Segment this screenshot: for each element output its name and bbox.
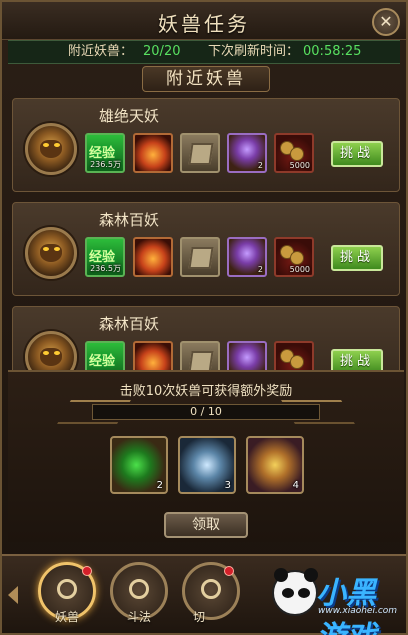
window-title: 妖兽任务 <box>158 12 250 36</box>
copper-coins-icon[interactable]: 5000 <box>274 237 314 277</box>
notification-dot <box>82 566 92 576</box>
nav-label: 妖兽 <box>54 610 79 624</box>
nearby-count: 20/20 <box>143 44 181 59</box>
claim-button[interactable]: 领取 <box>164 512 248 538</box>
copper-coins-icon[interactable] <box>274 341 314 370</box>
exp-icon[interactable]: 经验 236.5万 <box>85 237 125 277</box>
eye-icon <box>57 579 77 599</box>
task-row: 森林百妖 经验 挑战 <box>12 306 400 370</box>
nearby-info: 附近妖兽： 20/20 <box>68 41 180 63</box>
gem-chest-icon[interactable] <box>227 341 267 370</box>
title-bar: 妖兽任务 ✕ <box>2 2 406 40</box>
refresh-label: 下次刷新时间： <box>208 44 300 59</box>
watermark-logo: 小黑游戏 www.xiaohei.com <box>272 566 402 635</box>
copper-coins-icon[interactable]: 5000 <box>274 133 314 173</box>
reward-count: 236.5万 <box>90 264 121 273</box>
prize-count: 3 <box>224 480 231 491</box>
info-bar: 附近妖兽： 20/20 下次刷新时间： 00:58:25 <box>8 40 400 64</box>
reward-count: 5000 <box>289 265 310 274</box>
watermark-url: www.xiaohei.com <box>318 606 398 616</box>
challenge-button[interactable]: 挑战 <box>331 245 383 271</box>
stone-box-icon[interactable] <box>180 237 220 277</box>
nav-label: 斗法 <box>126 610 151 624</box>
progress-text: 0 / 10 <box>190 405 222 418</box>
section-title: 附近妖兽 <box>142 66 270 92</box>
bonus-title: 击败10次妖兽可获得额外奖励 <box>119 384 293 399</box>
task-name: 雄绝天妖 <box>99 107 160 125</box>
task-name: 森林百妖 <box>99 315 160 333</box>
exp-icon[interactable]: 经验 <box>85 341 125 370</box>
gold-token-icon[interactable]: 4 <box>246 436 304 494</box>
nav-left-arrow-icon[interactable] <box>8 586 18 604</box>
gem-chest-icon[interactable]: 2 <box>227 133 267 173</box>
bottom-nav: 妖兽 斗法 切 小黑游戏 www.xiaohei.com <box>2 554 406 635</box>
gear-icon <box>129 579 149 599</box>
stone-box-icon[interactable] <box>180 133 220 173</box>
sword-icon <box>201 579 221 599</box>
watermark-text: 小黑游戏 <box>316 576 376 635</box>
prize-count: 2 <box>156 480 163 491</box>
reward-count: 2 <box>257 265 263 274</box>
fire-crystal-icon[interactable] <box>133 237 173 277</box>
nearby-label: 附近妖兽： <box>68 44 134 59</box>
task-list[interactable]: 雄绝天妖 经验 236.5万 2 5000 挑战 森林百妖 经验 236.5万 2 … <box>12 98 400 370</box>
reward-count: 5000 <box>289 161 310 170</box>
task-name: 森林百妖 <box>99 211 160 229</box>
bonus-panel: 击败10次妖兽可获得额外奖励 0 / 10 2 3 4 领取 <box>8 370 404 542</box>
task-row: 森林百妖 经验 236.5万 2 5000 挑战 <box>12 202 400 296</box>
gem-chest-icon[interactable]: 2 <box>227 237 267 277</box>
close-button[interactable]: ✕ <box>372 8 400 36</box>
reward-count: 236.5万 <box>90 160 121 169</box>
challenge-button[interactable]: 挑战 <box>331 141 383 167</box>
nav-label: 切 <box>192 610 205 624</box>
exp-label: 经验 <box>89 354 116 369</box>
boss-avatar-icon <box>25 227 77 279</box>
exp-icon[interactable]: 经验 236.5万 <box>85 133 125 173</box>
refresh-timer: 00:58:25 <box>303 44 362 59</box>
task-window: 妖兽任务 ✕ 附近妖兽： 20/20 下次刷新时间： 00:58:25 附近妖兽 雄… <box>0 0 408 635</box>
challenge-button[interactable]: 挑战 <box>331 349 383 370</box>
green-gem-icon[interactable]: 2 <box>110 436 168 494</box>
fire-crystal-icon[interactable] <box>133 341 173 370</box>
fire-crystal-icon[interactable] <box>133 133 173 173</box>
stone-box-icon[interactable] <box>180 341 220 370</box>
blue-rune-stone-icon[interactable]: 3 <box>178 436 236 494</box>
panda-icon <box>272 568 318 616</box>
prize-count: 4 <box>292 480 299 491</box>
kill-progress-bar: 0 / 10 <box>92 404 320 420</box>
notification-dot <box>224 566 234 576</box>
refresh-info: 下次刷新时间： 00:58:25 <box>208 41 361 63</box>
boss-avatar-icon <box>25 331 77 370</box>
boss-avatar-icon <box>25 123 77 175</box>
task-row: 雄绝天妖 经验 236.5万 2 5000 挑战 <box>12 98 400 192</box>
reward-count: 2 <box>257 161 263 170</box>
